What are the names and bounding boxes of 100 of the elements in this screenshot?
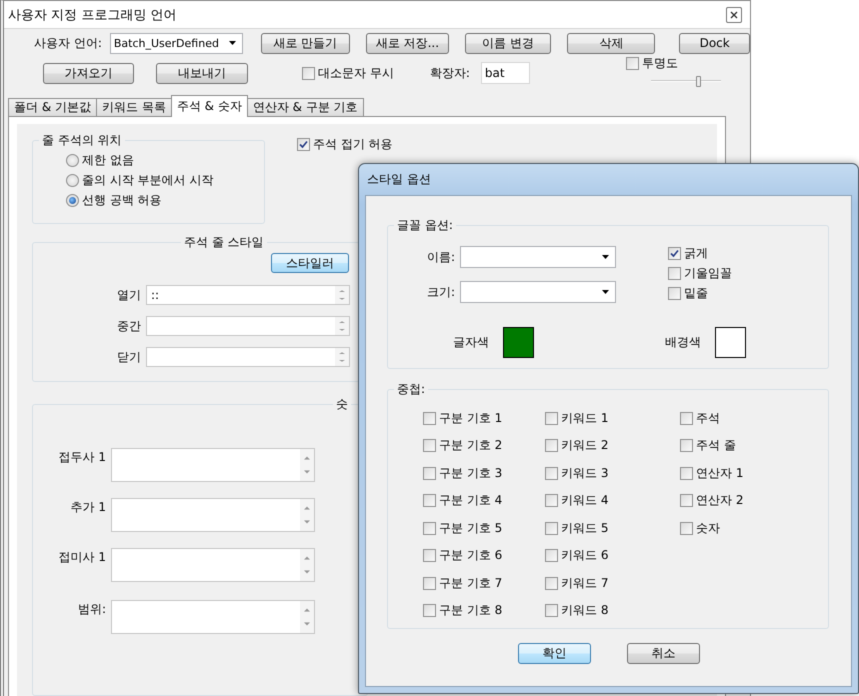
toolbar-button[interactable]: Dock [679,32,750,54]
export-button[interactable]: 내보내기 [156,62,248,84]
nesting-checkbox-label: 키워드 5 [561,520,608,536]
number-field[interactable] [111,548,315,582]
styler-button[interactable]: 스타일러 [271,253,349,273]
checkbox[interactable] [680,439,693,452]
number-field[interactable] [111,498,315,532]
checkbox[interactable] [668,246,681,260]
comment-field[interactable]: :: [146,285,350,305]
nesting-checkbox-label: 키워드 7 [561,574,608,592]
dialog-button[interactable]: 확인 [518,643,591,664]
checkbox[interactable] [545,522,558,534]
checkbox[interactable] [680,522,693,534]
window-title: 사용자 지정 프로그래밍 언어 [8,6,176,24]
radio-button[interactable] [66,174,79,186]
caret-icon [602,255,609,259]
import-button[interactable]: 가져오기 [43,62,134,84]
spin-arrows-icon[interactable] [300,449,314,481]
checkbox[interactable] [423,494,436,507]
radio-label: 제한 없음 [82,152,134,168]
comment-field[interactable] [146,316,350,336]
transparency-slider[interactable] [650,76,721,86]
font-size-dropdown[interactable] [460,281,616,303]
toolbar-button[interactable]: 새로 만들기 [260,32,350,54]
number-field[interactable] [111,448,315,482]
close-button[interactable] [726,6,742,22]
field-label: 접두사 1 [58,449,106,466]
toolbar-button[interactable]: 삭제 [567,32,656,54]
checkbox[interactable] [545,549,558,562]
spin-arrows-icon[interactable] [300,549,314,581]
spin-arrows-icon[interactable] [335,286,349,304]
font-style-checkbox-label: 기울임꼴 [684,264,732,282]
field-label: 중간 [116,318,141,334]
tab[interactable]: 폴더 & 기본값 [8,98,97,117]
field-label: 범위: [76,601,106,618]
checkbox[interactable] [680,466,693,480]
checkbox[interactable] [423,549,436,562]
checkbox[interactable] [545,466,558,480]
transparency-checkbox-label: 투명도 [642,54,678,72]
checkbox[interactable] [545,494,558,507]
checkbox[interactable] [423,604,436,617]
nesting-checkbox-label: 주석 [696,410,720,426]
group-title: 주석 줄 스타일 [183,234,265,251]
color-label: 글자색 [453,334,489,351]
radio-label: 선행 공백 허용 [82,192,162,208]
comment-field[interactable] [146,347,350,367]
checkbox[interactable] [545,604,558,617]
nesting-checkbox-label: 키워드 3 [561,464,608,482]
checkbox[interactable] [423,466,436,480]
field-label: 열기 [116,286,141,304]
radio-button[interactable] [66,154,79,166]
checkbox[interactable] [626,56,639,70]
number-field[interactable] [111,600,315,634]
slider-thumb[interactable] [696,76,702,87]
checkbox[interactable] [297,138,310,150]
toolbar-button[interactable]: 새로 저장... [366,32,450,54]
font-style-checkbox-label: 밑줄 [684,284,708,302]
group-title: 글꼴 옵션: [396,217,454,234]
extension-field[interactable]: bat [480,62,530,84]
checkbox[interactable] [423,412,436,424]
tab[interactable]: 키워드 목록 [96,98,172,117]
nesting-checkbox-label: 연산자 1 [696,464,744,482]
checkbox[interactable] [302,66,315,80]
font-name-dropdown[interactable] [460,246,616,268]
color-swatch[interactable] [715,327,746,358]
toolbar-button[interactable]: 이름 변경 [465,32,552,54]
spin-arrows-icon[interactable] [300,601,314,633]
nesting-checkbox-label: 구분 기호 7 [439,574,502,592]
spin-arrows-icon[interactable] [300,499,314,531]
checkbox[interactable] [545,576,558,590]
language-label: 사용자 언어: [34,34,102,52]
checkbox[interactable] [680,412,693,424]
spin-arrows-icon[interactable] [335,317,349,335]
color-swatch[interactable] [503,327,534,358]
checkbox[interactable] [545,439,558,452]
nesting-checkbox-label: 구분 기호 2 [439,437,502,454]
checkbox[interactable] [668,286,681,300]
nesting-checkbox-label: 구분 기호 3 [439,464,502,482]
checkbox[interactable] [423,522,436,534]
checkbox[interactable] [668,266,681,280]
nesting-checkbox-label: 숫자 [696,520,720,536]
checkbox[interactable] [423,439,436,452]
radio-button[interactable] [66,194,79,206]
group-title: 숫 [335,396,349,413]
nesting-checkbox-label: 주석 줄 [696,437,736,454]
dialog-button[interactable]: 취소 [627,643,700,664]
group-title: 중첩: [396,381,426,398]
nesting-checkbox-label: 키워드 8 [561,602,608,619]
nesting-checkbox-label: 구분 기호 4 [439,492,502,509]
checkbox[interactable] [423,576,436,590]
checkbox[interactable] [680,494,693,507]
nesting-checkbox-label: 구분 기호 8 [439,602,502,619]
field-label: 크기: [426,284,455,300]
nesting-checkbox-label: 키워드 1 [561,410,608,426]
tab[interactable]: 주석 & 숫자 [170,95,248,117]
checkbox[interactable] [545,412,558,424]
language-dropdown[interactable]: Batch_UserDefined [110,32,243,54]
spin-arrows-icon[interactable] [335,348,349,366]
dialog-title: 스타일 옵션 [366,171,432,188]
tab[interactable]: 연산자 & 구분 기호 [246,98,364,117]
